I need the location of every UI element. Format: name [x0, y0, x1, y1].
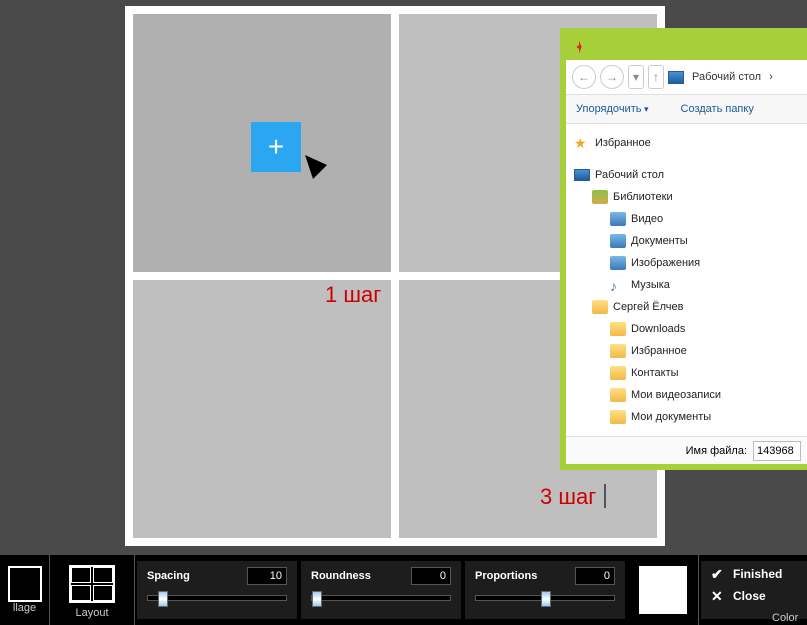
filename-label: Имя файла: — [686, 445, 747, 457]
tree-video[interactable]: Видео — [574, 208, 807, 230]
spacing-slider[interactable] — [147, 595, 287, 601]
nav-back-button[interactable]: ← — [572, 65, 596, 89]
app-logo-icon — [572, 40, 586, 54]
folder-icon — [610, 344, 626, 358]
location-text[interactable]: Рабочий стол — [692, 71, 761, 83]
spacing-control: Spacing 10 — [137, 561, 297, 619]
tree-label: Библиотеки — [613, 191, 673, 203]
roundness-slider[interactable] — [311, 595, 451, 601]
spacing-label: Spacing — [147, 570, 190, 582]
desktop-icon — [574, 169, 590, 181]
filename-row: Имя файла: — [566, 436, 807, 464]
color-swatch[interactable] — [639, 566, 687, 614]
tree-label: Мои документы — [631, 411, 711, 423]
roundness-value[interactable]: 0 — [411, 567, 451, 585]
tree-my-docs[interactable]: Мои документы — [574, 406, 807, 428]
tree-favorites[interactable]: ★ Избранное — [574, 132, 807, 154]
folder-icon — [610, 234, 626, 248]
arrow-1 — [305, 155, 385, 290]
roundness-label: Roundness — [311, 570, 371, 582]
organize-menu[interactable]: Упорядочить — [576, 103, 649, 115]
color-picker-cell — [627, 555, 699, 625]
tree-user[interactable]: Сергей Ёлчев — [574, 296, 807, 318]
nav-history-button[interactable]: ▾ — [628, 65, 644, 89]
step-3-label: 3 шаг — [540, 484, 596, 510]
actions-panel: ✔ Finished ✕ Close — [701, 561, 807, 619]
dialog-titlebar[interactable] — [566, 34, 807, 60]
tree-fav-folder[interactable]: Избранное — [574, 340, 807, 362]
cursor-caret — [604, 484, 606, 508]
star-icon: ★ — [574, 136, 590, 150]
tree-downloads[interactable]: Downloads — [574, 318, 807, 340]
folder-icon — [610, 410, 626, 424]
tree-label: Сергей Ёлчев — [613, 301, 683, 313]
finished-button[interactable]: ✔ Finished — [711, 567, 797, 581]
folder-icon — [610, 388, 626, 402]
add-image-button[interactable]: + — [251, 122, 301, 172]
desktop-icon — [668, 71, 684, 84]
close-label: Close — [733, 589, 766, 603]
bottom-toolbar: llage Layout Spacing 10 Roundness 0 Prop… — [0, 555, 807, 625]
location-arrow[interactable]: › — [769, 71, 773, 83]
close-button[interactable]: ✕ Close — [711, 589, 797, 603]
dialog-nav-row: ← → ▾ ↑ Рабочий стол › — [566, 60, 807, 94]
tree-my-video[interactable]: Мои видеозаписи — [574, 384, 807, 406]
collage-icon — [8, 566, 42, 602]
proportions-control: Proportions 0 — [465, 561, 625, 619]
collage-tab[interactable]: llage — [0, 555, 50, 625]
color-label: Color — [772, 612, 798, 624]
folder-tree: ★ Избранное Рабочий стол Библиотеки Видео… — [566, 124, 807, 436]
tree-label: Контакты — [631, 367, 679, 379]
tree-label: Downloads — [631, 323, 685, 335]
tree-desktop[interactable]: Рабочий стол — [574, 164, 807, 186]
tree-contacts[interactable]: Контакты — [574, 362, 807, 384]
dialog-toolbar: Упорядочить Создать папку — [566, 94, 807, 124]
tree-label: Рабочий стол — [595, 169, 664, 181]
tree-label: Изображения — [631, 257, 700, 269]
layout-tab[interactable]: Layout — [50, 555, 135, 625]
new-folder-button[interactable]: Создать папку — [681, 103, 754, 115]
tree-label: Видео — [631, 213, 663, 225]
arrow-3 — [608, 488, 807, 508]
file-open-dialog: ← → ▾ ↑ Рабочий стол › Упорядочить Созда… — [560, 28, 807, 470]
layout-icon — [69, 565, 115, 603]
tree-libraries[interactable]: Библиотеки — [574, 186, 807, 208]
folder-icon — [610, 212, 626, 226]
tree-label: Документы — [631, 235, 688, 247]
libraries-icon — [592, 190, 608, 204]
check-icon: ✔ — [711, 567, 725, 581]
spacing-value[interactable]: 10 — [247, 567, 287, 585]
music-icon: ♪ — [610, 278, 626, 292]
folder-icon — [592, 300, 608, 314]
collage-tab-label: llage — [13, 602, 36, 614]
folder-icon — [610, 256, 626, 270]
tree-label: Избранное — [631, 345, 687, 357]
tree-label: Мои видеозаписи — [631, 389, 721, 401]
filename-input[interactable] — [753, 441, 801, 461]
proportions-value[interactable]: 0 — [575, 567, 615, 585]
nav-forward-button[interactable]: → — [600, 65, 624, 89]
tree-images[interactable]: Изображения — [574, 252, 807, 274]
folder-icon — [610, 322, 626, 336]
tree-documents[interactable]: Документы — [574, 230, 807, 252]
tree-music[interactable]: ♪ Музыка — [574, 274, 807, 296]
roundness-control: Roundness 0 — [301, 561, 461, 619]
collage-cell-3[interactable] — [133, 280, 391, 538]
nav-up-button[interactable]: ↑ — [648, 65, 664, 89]
tree-label: Музыка — [631, 279, 670, 291]
proportions-slider[interactable] — [475, 595, 615, 601]
layout-tab-label: Layout — [75, 607, 108, 619]
tree-label: Избранное — [595, 137, 651, 149]
finished-label: Finished — [733, 567, 782, 581]
close-icon: ✕ — [711, 589, 725, 603]
folder-icon — [610, 366, 626, 380]
proportions-label: Proportions — [475, 570, 537, 582]
